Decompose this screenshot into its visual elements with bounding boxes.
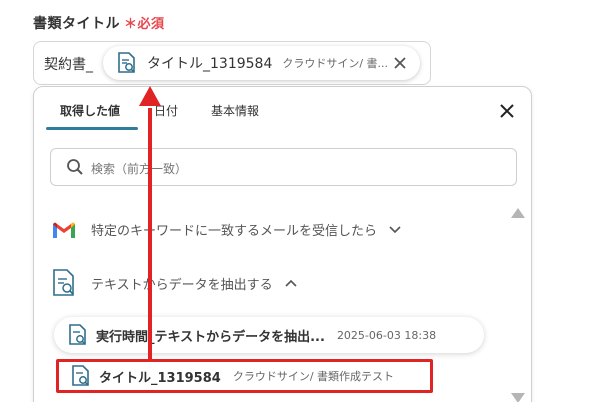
document-search-icon bbox=[72, 365, 89, 386]
annotation-arrow-line bbox=[148, 108, 152, 362]
field-label: 書類タイトル ＊必須 bbox=[33, 13, 165, 33]
remove-token-icon[interactable] bbox=[392, 55, 408, 71]
tab-acquired-values[interactable]: 取得した値 bbox=[60, 102, 120, 119]
group-text-extraction[interactable]: テキストからデータを抽出する bbox=[52, 269, 297, 297]
chevron-down-icon bbox=[389, 225, 401, 233]
required-text: 必須 bbox=[137, 17, 165, 32]
group-gmail-trigger[interactable]: 特定のキーワードに一致するメールを受信したら bbox=[52, 220, 401, 239]
tab-basic-info[interactable]: 基本情報 bbox=[211, 102, 259, 119]
gmail-icon bbox=[52, 220, 76, 239]
scroll-down-arrow[interactable] bbox=[511, 393, 525, 402]
document-search-icon bbox=[69, 324, 86, 345]
required-indicator: ＊必須 bbox=[124, 17, 165, 32]
list-item-meta: クラウドサイン/ 書類作成テスト bbox=[232, 370, 395, 383]
scroll-up-arrow[interactable] bbox=[511, 208, 525, 218]
document-search-icon bbox=[118, 52, 135, 73]
input-prefix-text: 契約書_ bbox=[44, 57, 93, 73]
search-input[interactable]: 検索（前方一致） bbox=[50, 148, 517, 186]
active-tab-indicator bbox=[46, 127, 138, 130]
required-mark: ＊ bbox=[124, 17, 138, 32]
tab-bar: 取得した値 日付 基本情報 bbox=[46, 87, 516, 131]
list-item-title[interactable]: タイトル_1319584 クラウドサイン/ 書類作成テスト bbox=[56, 359, 433, 393]
token-name: タイトル_1319584 bbox=[147, 56, 273, 72]
field-label-text: 書類タイトル bbox=[33, 16, 120, 32]
variable-token[interactable]: タイトル_1319584 クラウドサイン/ 書... bbox=[103, 46, 420, 80]
list-item-name: タイトル_1319584 bbox=[99, 370, 221, 386]
variable-picker-panel: 取得した値 日付 基本情報 検索（前方一致） 特定のキーワードに一致するメールを… bbox=[33, 86, 532, 402]
group-label-gmail: 特定のキーワードに一致するメールを受信したら bbox=[91, 224, 378, 239]
chevron-up-icon bbox=[285, 279, 297, 287]
list-item-name: 実行時間_テキストからデータを抽出... bbox=[96, 329, 325, 345]
annotation-arrow-head bbox=[139, 86, 161, 106]
list-item-execution-time[interactable]: 実行時間_テキストからデータを抽出... 2025-06-03 18:38 bbox=[54, 317, 484, 353]
group-label-text-extraction: テキストからデータを抽出する bbox=[91, 277, 273, 293]
close-panel-icon[interactable] bbox=[499, 103, 515, 119]
search-placeholder: 検索（前方一致） bbox=[91, 162, 188, 176]
document-search-icon bbox=[53, 269, 74, 296]
token-source: クラウドサイン/ 書... bbox=[282, 57, 389, 70]
search-icon bbox=[67, 159, 83, 175]
scrollbar-track[interactable] bbox=[514, 221, 522, 391]
list-item-meta: 2025-06-03 18:38 bbox=[336, 328, 437, 342]
